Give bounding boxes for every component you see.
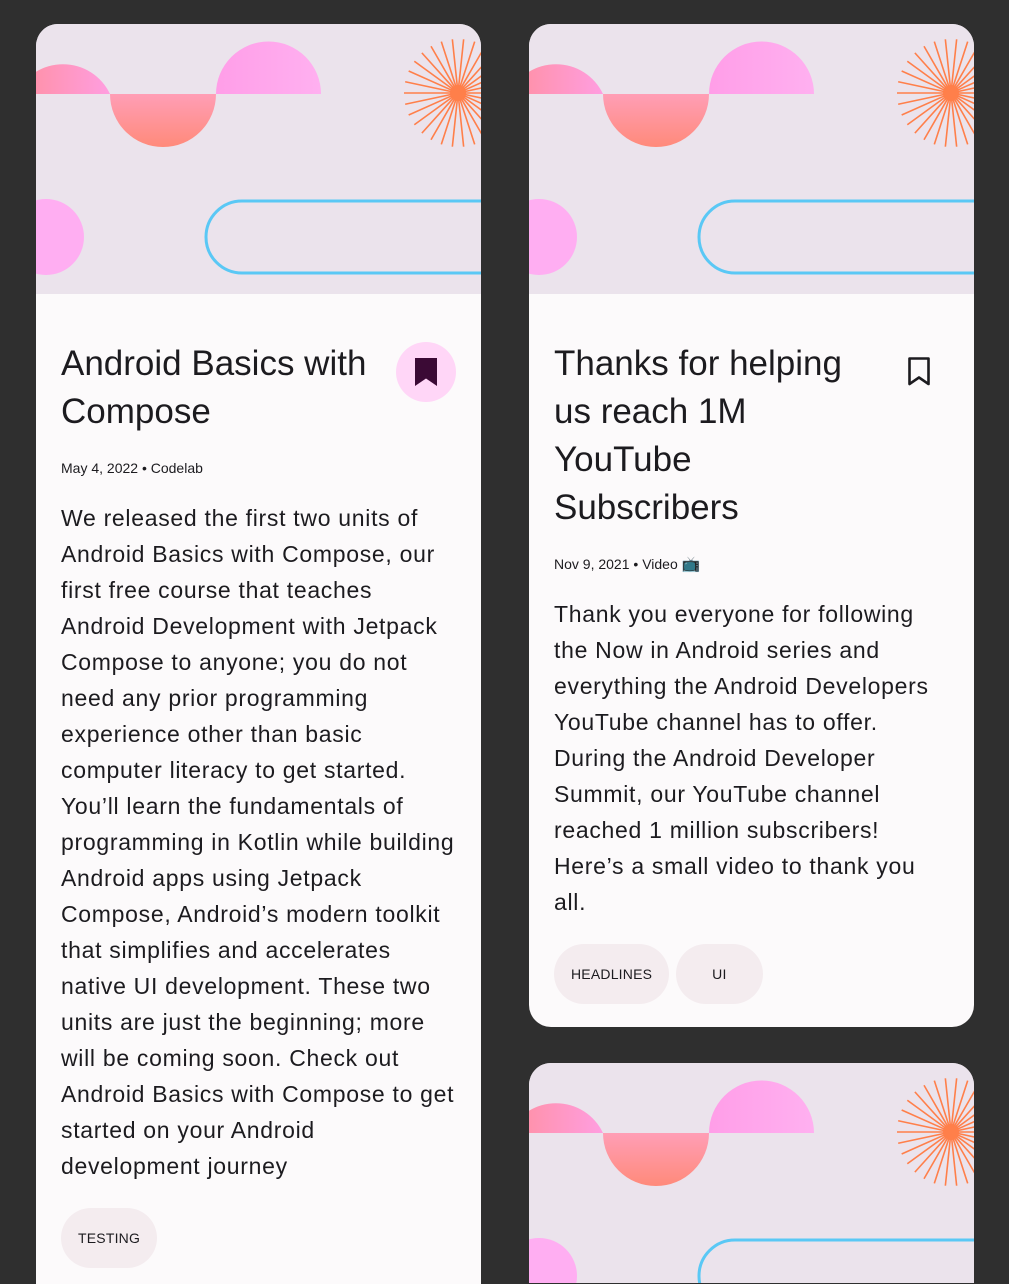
card-title: Thanks for helping us reach 1M YouTube S…	[554, 344, 842, 527]
header-image	[529, 1063, 974, 1283]
card-description: Thank you everyone for following the Now…	[554, 601, 929, 915]
header-image	[36, 24, 481, 294]
sunburst-center	[450, 85, 466, 101]
bookmark-button[interactable]	[889, 342, 949, 402]
bookmark-button[interactable]	[396, 342, 456, 402]
news-card[interactable]: Thanks for helping us reach 1M YouTube S…	[529, 24, 974, 1027]
bookmark-outline-icon	[908, 357, 930, 386]
topic-chips: HEADLINES UI	[554, 944, 954, 1004]
card-title: Android Basics with Compose	[61, 344, 367, 431]
topic-chip-headlines[interactable]: HEADLINES	[554, 944, 670, 1004]
topic-chip-ui[interactable]: UI	[676, 944, 763, 1004]
bookmark-filled-icon	[415, 358, 437, 386]
card-description: We released the first two units of Andro…	[61, 505, 455, 1179]
card-type: Video	[642, 556, 678, 572]
tv-icon: 📺	[681, 556, 701, 573]
card-meta: Nov 9, 2021 • Video 📺	[554, 554, 954, 574]
card-type: Codelab	[150, 460, 203, 476]
card-date: Nov 9, 2021	[554, 556, 630, 572]
card-meta: May 4, 2022 • Codelab	[61, 458, 461, 478]
meta-separator: •	[141, 460, 147, 476]
news-card[interactable]	[529, 1063, 974, 1283]
topic-chip-testing[interactable]: TESTING	[61, 1208, 158, 1268]
meta-separator: •	[633, 556, 639, 572]
topic-chips: TESTING	[61, 1208, 461, 1268]
header-image	[529, 24, 974, 294]
card-date: May 4, 2022	[61, 460, 139, 476]
news-card[interactable]: Android Basics with Compose May 4, 2022 …	[36, 24, 481, 1284]
sunburst-center	[943, 1124, 959, 1140]
sunburst-center	[943, 85, 959, 101]
